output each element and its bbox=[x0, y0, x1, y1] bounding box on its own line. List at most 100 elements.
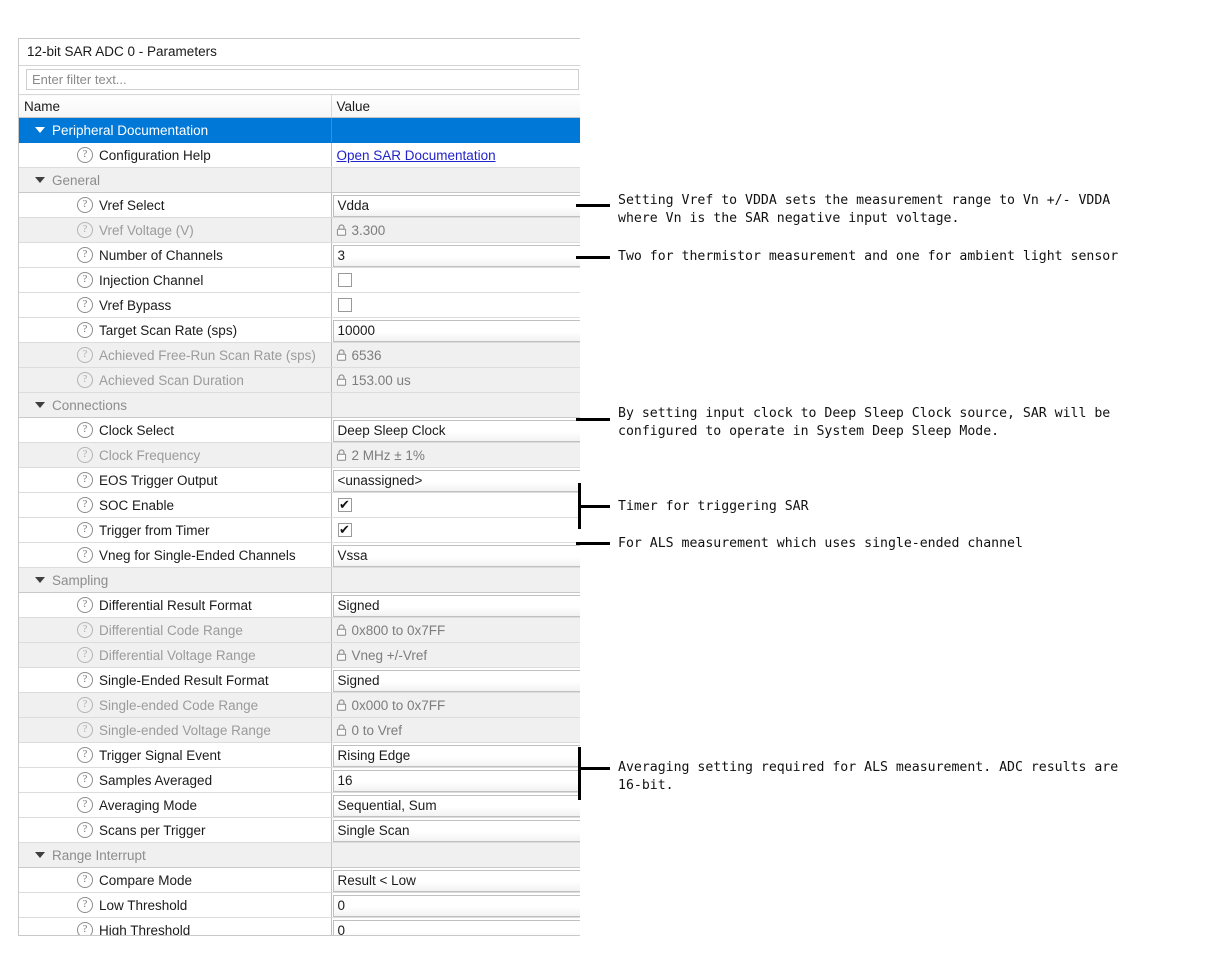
chevron-down-icon[interactable] bbox=[35, 852, 45, 858]
value-textfield[interactable]: 0 bbox=[332, 894, 580, 917]
cell-value[interactable]: Deep Sleep Clock bbox=[330, 417, 580, 443]
help-icon[interactable]: ? bbox=[77, 447, 93, 463]
cell-value[interactable]: 3 bbox=[330, 242, 580, 268]
cell-name[interactable]: ? Single-ended Voltage Range bbox=[19, 717, 331, 743]
cell-value[interactable]: 0x000 to 0x7FF bbox=[330, 692, 580, 718]
cell-value[interactable]: Open SAR Documentation bbox=[330, 142, 580, 168]
tree-param-row[interactable]: ? Number of Channels 3 bbox=[19, 242, 580, 268]
cell-name[interactable]: ? Trigger from Timer bbox=[19, 517, 331, 543]
help-icon[interactable]: ? bbox=[77, 797, 93, 813]
cell-name[interactable]: ? Averaging Mode bbox=[19, 792, 331, 818]
help-icon[interactable]: ? bbox=[77, 697, 93, 713]
tree-param-row[interactable]: ? Clock Select Deep Sleep Clock bbox=[19, 417, 580, 443]
cell-value[interactable]: 6536 bbox=[330, 342, 580, 368]
cell-name[interactable]: Range Interrupt bbox=[19, 842, 331, 868]
cell-value[interactable]: 16 bbox=[330, 767, 580, 793]
cell-name[interactable]: ? Differential Code Range bbox=[19, 617, 331, 643]
cell-name[interactable]: ? Vref Bypass bbox=[19, 292, 331, 318]
help-icon[interactable]: ? bbox=[77, 322, 93, 338]
help-icon[interactable]: ? bbox=[77, 547, 93, 563]
cell-name[interactable]: ? Low Threshold bbox=[19, 892, 331, 918]
tree-param-row[interactable]: ? Injection Channel bbox=[19, 267, 580, 293]
cell-name[interactable]: ? Injection Channel bbox=[19, 267, 331, 293]
chevron-down-icon[interactable] bbox=[35, 127, 45, 133]
cell-value[interactable] bbox=[330, 267, 580, 293]
tree-param-row[interactable]: ? Trigger Signal Event Rising Edge bbox=[19, 742, 580, 768]
cell-value[interactable]: <unassigned> bbox=[330, 467, 580, 493]
tree-group-row[interactable]: Peripheral Documentation bbox=[19, 117, 580, 143]
filter-input[interactable] bbox=[26, 69, 579, 90]
cell-value[interactable]: ✔ bbox=[330, 517, 580, 543]
cell-value[interactable] bbox=[330, 392, 580, 418]
cell-name[interactable]: General bbox=[19, 167, 331, 193]
value-combobox[interactable]: Vdda bbox=[332, 194, 580, 217]
value-combobox[interactable]: Result < Low bbox=[332, 869, 580, 892]
tree-param-row[interactable]: ? Single-ended Code Range 0x000 to 0x7FF bbox=[19, 692, 580, 718]
help-icon[interactable]: ? bbox=[77, 822, 93, 838]
help-icon[interactable]: ? bbox=[77, 597, 93, 613]
help-icon[interactable]: ? bbox=[77, 922, 93, 935]
cell-name[interactable]: ? Compare Mode bbox=[19, 867, 331, 893]
help-icon[interactable]: ? bbox=[77, 197, 93, 213]
cell-value[interactable]: Single Scan bbox=[330, 817, 580, 843]
tree-param-row[interactable]: ? High Threshold 0 bbox=[19, 917, 580, 935]
cell-name[interactable]: ? Trigger Signal Event bbox=[19, 742, 331, 768]
tree-param-row[interactable]: ? Configuration Help Open SAR Documentatio… bbox=[19, 142, 580, 168]
help-icon[interactable]: ? bbox=[77, 147, 93, 163]
value-combobox[interactable]: 3 bbox=[332, 244, 580, 267]
cell-value[interactable]: Rising Edge bbox=[330, 742, 580, 768]
help-icon[interactable]: ? bbox=[77, 222, 93, 238]
value-combobox[interactable]: Sequential, Sum bbox=[332, 794, 580, 817]
tree-param-row[interactable]: ? EOS Trigger Output <unassigned> bbox=[19, 467, 580, 493]
tree-param-row[interactable]: ? Achieved Scan Duration 153.00 us bbox=[19, 367, 580, 393]
help-icon[interactable]: ? bbox=[77, 747, 93, 763]
tree-param-row[interactable]: ? Differential Code Range 0x800 to 0x7FF bbox=[19, 617, 580, 643]
cell-name[interactable]: ? Differential Result Format bbox=[19, 592, 331, 618]
tree-group-row[interactable]: Sampling bbox=[19, 567, 580, 593]
value-checkbox[interactable] bbox=[337, 298, 352, 312]
cell-name[interactable]: Connections bbox=[19, 392, 331, 418]
help-icon[interactable]: ? bbox=[77, 272, 93, 288]
help-icon[interactable]: ? bbox=[77, 772, 93, 788]
value-checkbox[interactable] bbox=[337, 273, 352, 287]
cell-value[interactable]: 0 bbox=[330, 917, 580, 935]
help-icon[interactable]: ? bbox=[77, 497, 93, 513]
value-combobox[interactable]: Single Scan bbox=[332, 819, 580, 842]
tree-param-row[interactable]: ? Samples Averaged 16 bbox=[19, 767, 580, 793]
chevron-down-icon[interactable] bbox=[35, 177, 45, 183]
cell-value[interactable]: 0 bbox=[330, 892, 580, 918]
tree-param-row[interactable]: ? Averaging Mode Sequential, Sum bbox=[19, 792, 580, 818]
cell-value[interactable]: Result < Low bbox=[330, 867, 580, 893]
help-icon[interactable]: ? bbox=[77, 897, 93, 913]
cell-value[interactable]: Vssa bbox=[330, 542, 580, 568]
cell-name[interactable]: ? Achieved Free-Run Scan Rate (sps) bbox=[19, 342, 331, 368]
help-icon[interactable]: ? bbox=[77, 522, 93, 538]
tree-param-row[interactable]: ? Target Scan Rate (sps) 10000 bbox=[19, 317, 580, 343]
cell-name[interactable]: ? Vref Voltage (V) bbox=[19, 217, 331, 243]
column-header-value[interactable]: Value bbox=[331, 94, 580, 118]
cell-value[interactable]: Signed bbox=[330, 667, 580, 693]
cell-name[interactable]: ? SOC Enable bbox=[19, 492, 331, 518]
help-icon[interactable]: ? bbox=[77, 297, 93, 313]
tree-param-row[interactable]: ? Differential Result Format Signed bbox=[19, 592, 580, 618]
help-icon[interactable]: ? bbox=[77, 622, 93, 638]
cell-value[interactable] bbox=[330, 292, 580, 318]
cell-name[interactable]: ? Clock Select bbox=[19, 417, 331, 443]
tree-param-row[interactable]: ? Trigger from Timer ✔ bbox=[19, 517, 580, 543]
value-textfield[interactable]: 16 bbox=[332, 769, 580, 792]
cell-name[interactable]: ? Scans per Trigger bbox=[19, 817, 331, 843]
cell-name[interactable]: ? Single-Ended Result Format bbox=[19, 667, 331, 693]
help-icon[interactable]: ? bbox=[77, 422, 93, 438]
cell-name[interactable]: ? Target Scan Rate (sps) bbox=[19, 317, 331, 343]
help-icon[interactable]: ? bbox=[77, 372, 93, 388]
cell-name[interactable]: ? Number of Channels bbox=[19, 242, 331, 268]
documentation-link[interactable]: Open SAR Documentation bbox=[337, 148, 496, 163]
help-icon[interactable]: ? bbox=[77, 647, 93, 663]
value-checkbox[interactable]: ✔ bbox=[337, 523, 352, 537]
help-icon[interactable]: ? bbox=[77, 472, 93, 488]
help-icon[interactable]: ? bbox=[77, 672, 93, 688]
value-combobox[interactable]: Deep Sleep Clock bbox=[332, 419, 580, 442]
cell-name[interactable]: ? Vref Select bbox=[19, 192, 331, 218]
cell-value[interactable] bbox=[330, 567, 580, 593]
cell-value[interactable]: Sequential, Sum bbox=[330, 792, 580, 818]
